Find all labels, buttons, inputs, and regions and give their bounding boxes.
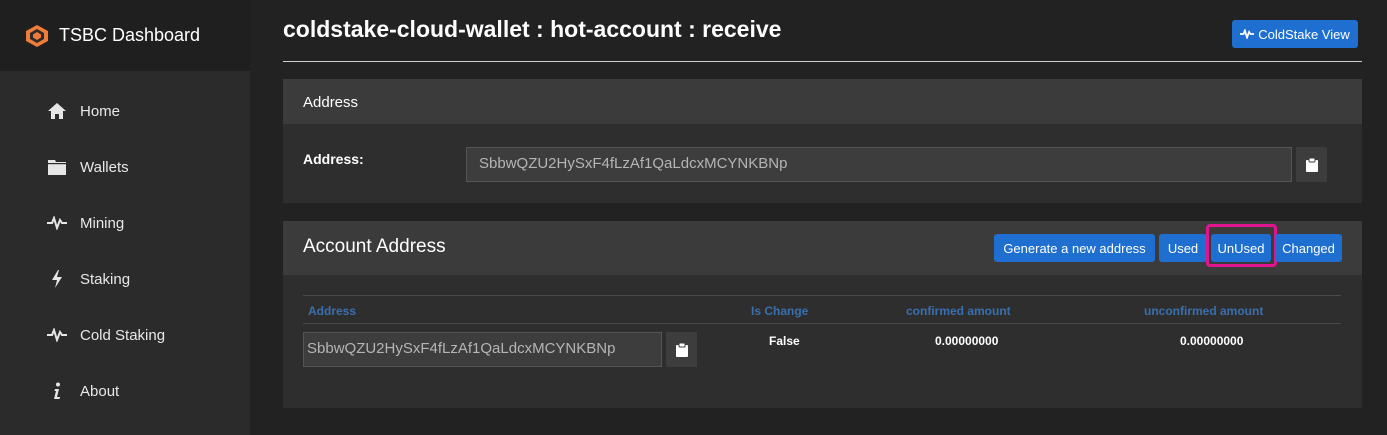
sidebar-item-label: Staking	[80, 270, 131, 288]
sidebar-item-label: Mining	[80, 214, 125, 232]
used-button[interactable]: Used	[1159, 234, 1207, 262]
clipboard-icon	[1305, 157, 1318, 172]
address-label: Address:	[303, 151, 364, 167]
generate-address-button[interactable]: Generate a new address	[994, 234, 1155, 262]
sidebar: TSBC Dashboard Home Wallets Mining Staki…	[0, 0, 250, 435]
pulse-icon	[1240, 29, 1255, 39]
sidebar-item-label: Home	[80, 102, 121, 120]
bolt-icon	[47, 269, 67, 289]
address-panel: Address Address: SbbwQZU2HySxF4fLzAf1QaL…	[283, 79, 1362, 203]
row-address-field[interactable]: SbbwQZU2HySxF4fLzAf1QaLdcxMCYNKBNp	[303, 332, 662, 367]
sidebar-item-mining[interactable]: Mining	[0, 195, 250, 251]
address-panel-heading: Address	[283, 79, 1362, 124]
column-header-confirmed: confirmed amount	[906, 304, 1011, 318]
app-title: TSBC Dashboard	[59, 25, 201, 45]
row-confirmed-amount: 0.00000000	[935, 334, 999, 348]
sidebar-item-home[interactable]: Home	[0, 83, 250, 139]
brand[interactable]: TSBC Dashboard	[0, 0, 250, 71]
sidebar-item-label: Cold Staking	[80, 326, 166, 344]
column-header-is-change: Is Change	[751, 304, 809, 318]
title-divider	[283, 61, 1362, 62]
folder-icon	[47, 157, 67, 177]
pulse-icon	[47, 325, 67, 345]
sidebar-item-label: Wallets	[80, 158, 129, 176]
sidebar-nav: Home Wallets Mining Staking Cold Staking	[0, 71, 250, 419]
changed-button[interactable]: Changed	[1275, 234, 1342, 262]
unused-highlight	[1206, 224, 1277, 267]
sidebar-item-wallets[interactable]: Wallets	[0, 139, 250, 195]
address-field[interactable]: SbbwQZU2HySxF4fLzAf1QaLdcxMCYNKBNp	[466, 147, 1292, 182]
clipboard-icon	[675, 342, 688, 357]
account-address-panel: Account Address Generate a new address U…	[283, 221, 1362, 408]
account-panel-header: Account Address Generate a new address U…	[283, 221, 1362, 275]
table-header: Address Is Change confirmed amount uncon…	[303, 295, 1341, 324]
page-title: coldstake-cloud-wallet : hot-account : r…	[283, 16, 782, 42]
sidebar-item-about[interactable]: About	[0, 363, 250, 419]
copy-row-address-button[interactable]	[666, 332, 697, 367]
column-header-address: Address	[308, 304, 357, 318]
info-icon	[47, 381, 67, 401]
sidebar-item-label: About	[80, 382, 120, 400]
column-header-unconfirmed: unconfirmed amount	[1144, 304, 1264, 318]
row-unconfirmed-amount: 0.00000000	[1180, 334, 1244, 348]
coldstake-view-button[interactable]: ColdStake View	[1232, 20, 1358, 48]
coldstake-view-label: ColdStake View	[1258, 26, 1350, 42]
copy-address-button[interactable]	[1296, 147, 1327, 182]
sidebar-item-staking[interactable]: Staking	[0, 251, 250, 307]
pulse-icon	[47, 213, 67, 233]
home-icon	[47, 101, 67, 121]
logo-icon	[26, 24, 48, 47]
sidebar-item-cold-staking[interactable]: Cold Staking	[0, 307, 250, 363]
row-is-change: False	[769, 334, 800, 348]
account-panel-heading: Account Address	[303, 236, 446, 257]
